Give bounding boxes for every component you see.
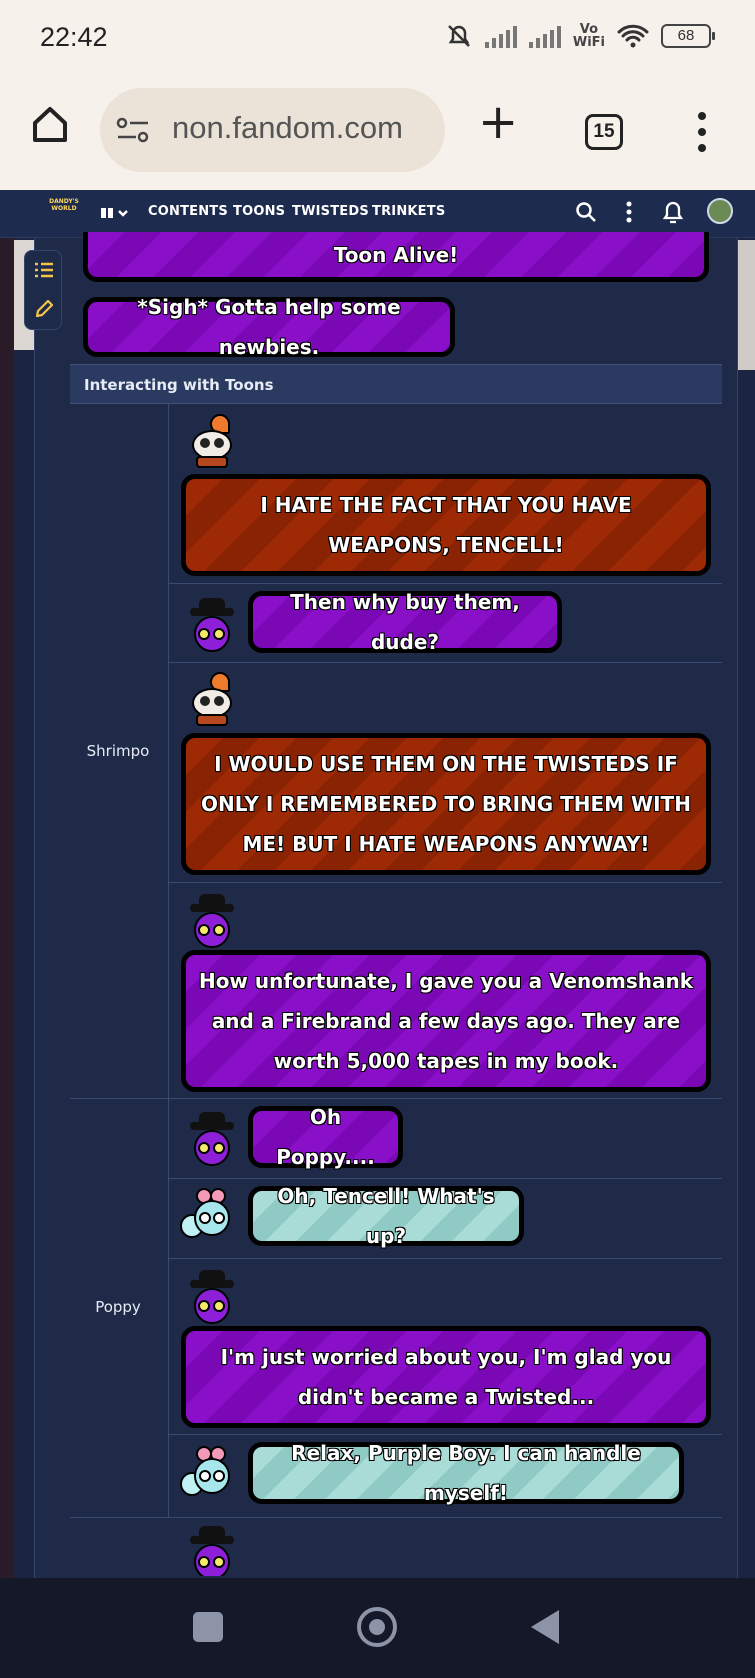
article-tools [24, 250, 62, 330]
notification-bell-icon[interactable] [662, 199, 684, 225]
tencell-avatar [186, 598, 236, 652]
shrimpo-bubble: I HATE THE FACT THAT YOU HAVE WEAPONS, T… [181, 474, 711, 576]
conversation-name-poppy: Poppy [95, 1298, 141, 1316]
tabs-icon[interactable]: 15 [585, 114, 623, 150]
more-icon[interactable] [624, 201, 634, 223]
tencell-avatar [186, 1112, 236, 1166]
page-edge [0, 238, 14, 1578]
shrimpo-avatar [186, 672, 236, 726]
home-icon[interactable] [30, 104, 70, 144]
table-header: Interacting with Toons [70, 364, 722, 404]
status-bar: 22:42 Vo WiFi 68 [0, 0, 755, 80]
tencell-avatar [186, 1526, 236, 1576]
table-of-contents-icon[interactable] [34, 261, 54, 279]
wiki-menu-icon[interactable] [100, 205, 130, 221]
user-avatar[interactable] [707, 198, 733, 224]
shrimpo-avatar [186, 414, 236, 468]
row-divider [70, 1517, 722, 1518]
mute-bell-icon [447, 25, 470, 47]
signal-icon [484, 24, 517, 48]
status-icons: Vo WiFi 68 [445, 22, 715, 50]
url-text: non.fandom.com [172, 110, 403, 145]
vowifi-label: Vo WiFi [572, 22, 605, 50]
tencell-bubble: Oh Poppy.... [248, 1105, 403, 1169]
tencell-bubble: I'm just worried about you, I'm glad you… [181, 1326, 711, 1428]
site-settings-icon[interactable] [116, 116, 150, 144]
nav-item-toons[interactable]: TOONS [233, 204, 285, 219]
nav-item-trinkets[interactable]: TRINKETS [372, 204, 445, 219]
tencell-avatar [186, 894, 236, 948]
more-menu-icon[interactable] [698, 112, 708, 160]
shrimpo-bubble: I WOULD USE THEM ON THE TWISTEDS IF ONLY… [181, 733, 711, 875]
poppy-bubble: Relax, Purple Boy. I can handle myself! [248, 1441, 684, 1505]
clock: 22:42 [40, 22, 108, 52]
conversation-name-shrimpo: Shrimpo [86, 742, 150, 760]
back-icon[interactable] [531, 1610, 559, 1644]
tencell-bubble: How unfortunate, I gave you a Venomshank… [181, 950, 711, 1092]
row-divider [168, 882, 722, 883]
system-navigation-bar [0, 1578, 755, 1678]
tencell-avatar [186, 1270, 236, 1324]
poppy-avatar [180, 1446, 230, 1500]
browser-toolbar: non.fandom.com [0, 80, 755, 190]
nav-item-twisteds[interactable]: TWISTEDS [292, 204, 369, 219]
row-divider [168, 662, 722, 663]
recent-apps-icon[interactable] [193, 1612, 223, 1642]
signal-icon [528, 24, 561, 48]
new-tab-icon[interactable]: + [478, 98, 518, 146]
column-divider [168, 404, 169, 1517]
search-icon[interactable] [575, 201, 597, 223]
url-bar[interactable]: non.fandom.com [100, 88, 445, 172]
wifi-icon [617, 24, 649, 48]
tencell-bubble: *Sigh* Gotta help some newbies. [83, 295, 455, 359]
side-image [738, 240, 755, 370]
edit-pencil-icon[interactable] [34, 299, 54, 319]
site-navigation: DANDY'S WORLD CONTENTS TOONS TWISTEDS TR… [0, 190, 755, 238]
nav-item-contents[interactable]: CONTENTS [148, 204, 228, 219]
table-header-label: Interacting with Toons [84, 376, 274, 394]
poppy-bubble: Oh, Tencell! What's up? [248, 1184, 524, 1248]
battery-icon: 68 [661, 24, 715, 48]
site-logo[interactable]: DANDY'S WORLD [44, 198, 84, 222]
home-circle-icon[interactable] [357, 1607, 397, 1647]
tencell-bubble: Toon Alive! [83, 232, 709, 282]
poppy-avatar [180, 1188, 230, 1242]
row-divider [168, 1258, 722, 1259]
tencell-bubble: Then why buy them, dude? [248, 590, 562, 654]
